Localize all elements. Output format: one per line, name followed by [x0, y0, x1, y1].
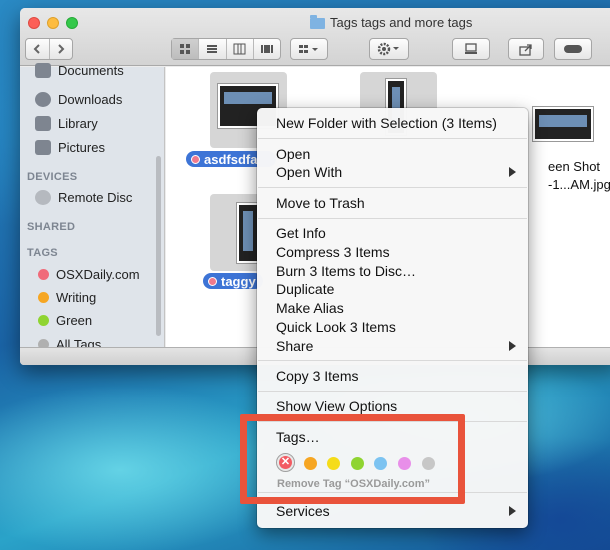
menu-item-copy[interactable]: Copy 3 Items — [276, 367, 358, 385]
share-button[interactable] — [508, 38, 544, 60]
menu-item-services[interactable]: Services — [276, 502, 330, 520]
camera-icon — [35, 140, 51, 155]
highlight-box — [240, 414, 465, 504]
orange-tag-dot-icon — [38, 292, 49, 303]
sidebar-item-label: Documents — [58, 63, 124, 78]
disc-icon — [35, 190, 51, 205]
back-forward-buttons — [25, 38, 73, 60]
minimize-window-button[interactable] — [47, 17, 59, 29]
sidebar-item-label: OSXDaily.com — [56, 267, 140, 282]
thumbnail-content — [224, 92, 272, 104]
submenu-arrow-icon — [509, 341, 516, 351]
icon-view-icon — [180, 44, 191, 54]
menu-item-show-view-options[interactable]: Show View Options — [276, 397, 397, 415]
sidebar-item-pictures[interactable]: Pictures — [35, 140, 105, 155]
thumbnail-content — [243, 211, 253, 251]
back-button[interactable] — [26, 39, 50, 59]
cover-flow-icon — [260, 45, 273, 53]
share-icon — [519, 43, 532, 56]
sidebar-item-label: Remote Disc — [58, 190, 133, 205]
green-tag-dot-icon — [38, 315, 49, 326]
window-title: Tags tags and more tags — [310, 15, 472, 30]
zoom-window-button[interactable] — [66, 17, 78, 29]
list-view-button[interactable] — [199, 39, 227, 59]
view-mode-control — [171, 38, 281, 60]
title-bar: Tags tags and more tags — [20, 8, 610, 66]
sidebar-item-label: Pictures — [58, 140, 105, 155]
sidebar-heading-shared: SHARED — [27, 221, 76, 233]
file-label-selected[interactable]: taggy — [203, 273, 263, 289]
menu-item-duplicate[interactable]: Duplicate — [276, 280, 334, 298]
monitor-icon — [465, 43, 477, 54]
cover-flow-button[interactable] — [254, 39, 280, 59]
file-name: asdfsdfa — [204, 151, 258, 167]
menu-item-new-folder-with-selection[interactable]: New Folder with Selection (3 Items) — [276, 114, 497, 132]
menu-separator — [258, 360, 527, 361]
menu-separator — [258, 218, 527, 219]
get-info-button[interactable] — [452, 38, 490, 60]
menu-item-quick-look[interactable]: Quick Look 3 Items — [276, 318, 396, 336]
downloads-icon — [35, 92, 51, 107]
chevron-left-icon — [33, 44, 40, 54]
file-name-line2: -1...AM.jpg — [548, 177, 610, 192]
window-title-text: Tags tags and more tags — [330, 15, 473, 30]
menu-item-open[interactable]: Open — [276, 145, 310, 163]
sidebar-scrollbar[interactable] — [156, 156, 161, 336]
red-tag-dot-icon — [208, 276, 217, 286]
file-name: taggy — [221, 273, 256, 289]
submenu-arrow-icon — [509, 167, 516, 177]
menu-separator — [258, 138, 527, 139]
list-view-icon — [207, 45, 218, 53]
sidebar-item-library[interactable]: Library — [35, 116, 98, 131]
menu-item-move-to-trash[interactable]: Move to Trash — [276, 194, 365, 212]
sidebar-item-label: Green — [56, 313, 93, 328]
sidebar-item-documents[interactable]: Documents — [35, 63, 124, 78]
action-button[interactable] — [369, 38, 409, 60]
menu-item-compress[interactable]: Compress 3 Items — [276, 243, 390, 261]
sidebar-item-label: Downloads — [58, 92, 123, 107]
menu-item-get-info[interactable]: Get Info — [276, 224, 326, 242]
menu-item-make-alias[interactable]: Make Alias — [276, 299, 344, 317]
arrange-button[interactable] — [290, 38, 328, 60]
menu-item-open-with[interactable]: Open With — [276, 163, 342, 181]
column-view-button[interactable] — [227, 39, 254, 59]
file-thumbnail[interactable] — [237, 203, 259, 263]
sidebar-tag-green[interactable]: Green — [35, 313, 92, 328]
sidebar-tag-osxdaily[interactable]: OSXDaily.com — [35, 267, 140, 282]
icon-view-button[interactable] — [172, 39, 200, 59]
gear-icon — [377, 42, 399, 56]
close-window-button[interactable] — [28, 17, 40, 29]
sidebar: Documents Downloads Library Pictures DEV… — [20, 63, 165, 352]
forward-button[interactable] — [50, 39, 73, 59]
tag-toggle-icon — [564, 45, 582, 53]
arrange-grid-icon — [299, 45, 318, 53]
sidebar-item-label: Library — [58, 116, 98, 131]
menu-item-share[interactable]: Share — [276, 337, 313, 355]
sidebar-tag-writing[interactable]: Writing — [35, 290, 96, 305]
red-tag-dot-icon — [191, 154, 200, 164]
menu-separator — [258, 187, 527, 188]
folder-icon — [310, 15, 325, 29]
tag-toggle-button[interactable] — [554, 38, 592, 60]
sidebar-item-remote-disc[interactable]: Remote Disc — [35, 190, 132, 205]
file-thumbnail[interactable] — [533, 107, 593, 141]
red-tag-dot-icon — [38, 269, 49, 280]
documents-icon — [35, 63, 51, 78]
file-name-line1: een Shot — [548, 159, 601, 174]
column-view-icon — [233, 43, 246, 55]
chevron-right-icon — [58, 44, 65, 54]
thumbnail-content — [539, 115, 587, 127]
menu-item-burn[interactable]: Burn 3 Items to Disc… — [276, 262, 416, 280]
submenu-arrow-icon — [509, 506, 516, 516]
menu-separator — [258, 391, 527, 392]
sidebar-item-label: Writing — [56, 290, 97, 305]
sidebar-heading-devices: DEVICES — [27, 171, 78, 183]
sidebar-item-downloads[interactable]: Downloads — [35, 92, 122, 107]
sidebar-heading-tags: TAGS — [27, 247, 58, 259]
folder-icon — [35, 116, 51, 131]
